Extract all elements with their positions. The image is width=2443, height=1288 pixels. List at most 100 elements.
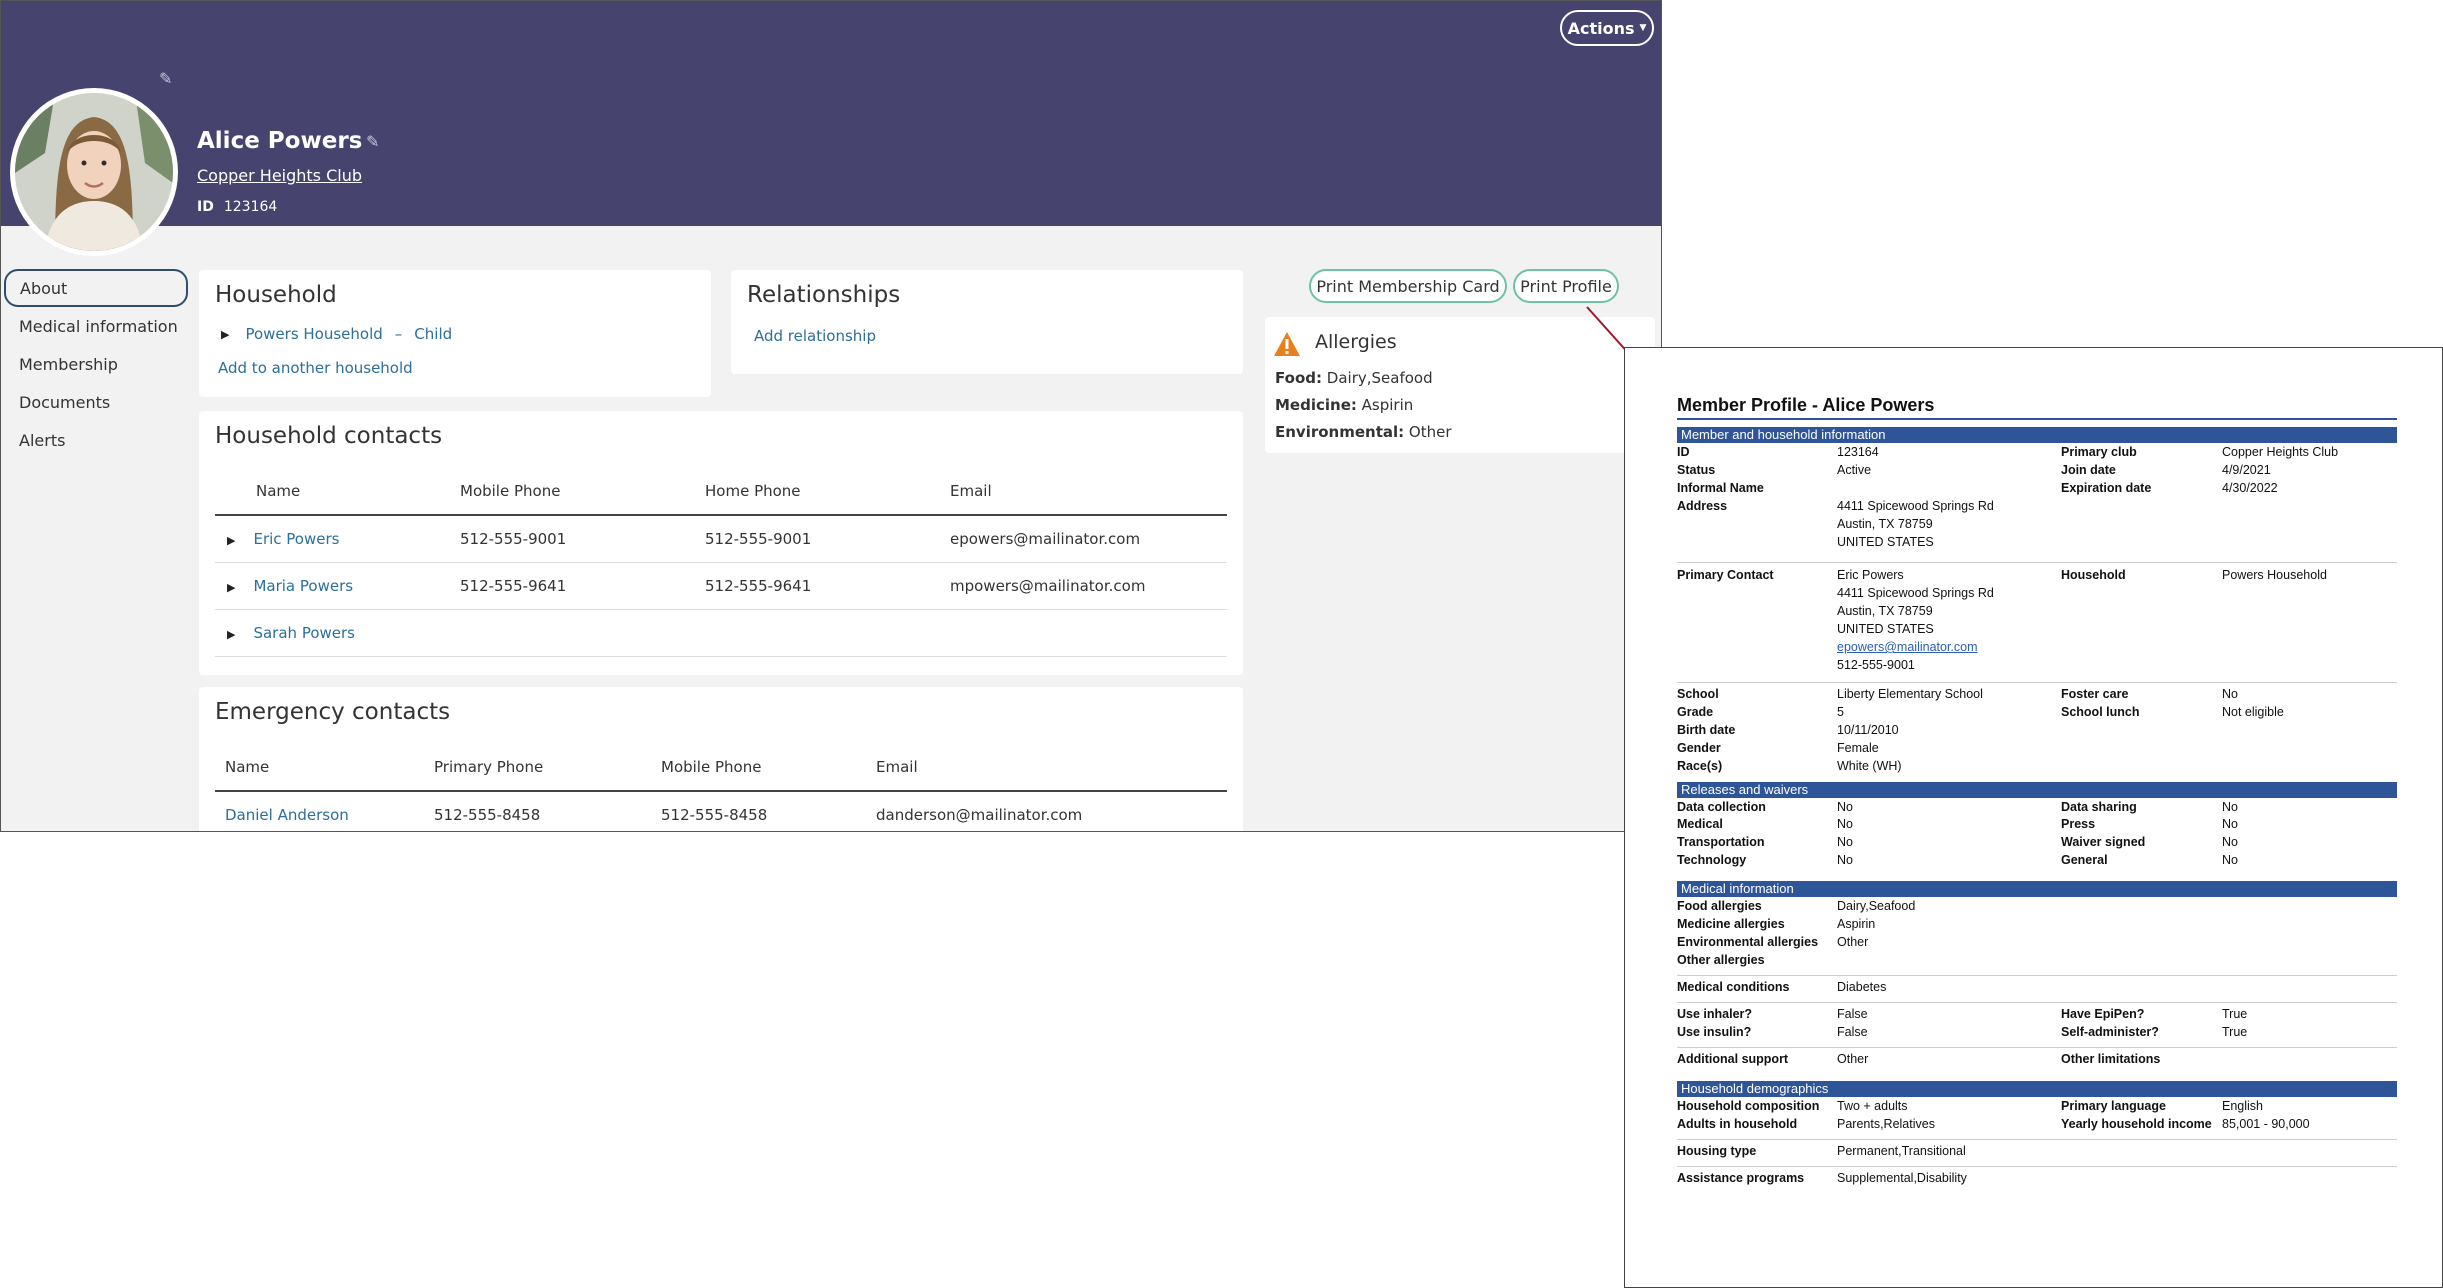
field-value: Female — [1837, 741, 1879, 755]
household-title: Household — [215, 282, 337, 308]
household-entry-separator: – — [394, 325, 403, 343]
field-value: False — [1837, 1025, 1868, 1039]
contact-name-link[interactable]: Sarah Powers — [253, 624, 355, 642]
sidebar-item-medical-information[interactable]: Medical information — [1, 307, 191, 345]
household-name-link[interactable]: Powers Household — [245, 325, 382, 343]
field-label: Other allergies — [1677, 953, 1765, 967]
contact-email: epowers@mailinator.com — [950, 515, 1227, 563]
expand-triangle-icon[interactable]: ▶ — [227, 581, 235, 594]
edit-photo-icon[interactable]: ✎ — [159, 71, 175, 87]
printout-title: Member Profile - Alice Powers — [1677, 395, 1935, 415]
field-label: Use inhaler? — [1677, 1007, 1753, 1021]
allergy-environmental-label: Environmental: — [1275, 423, 1405, 441]
field-label: Informal Name — [1677, 481, 1764, 495]
field-label: Medical conditions — [1677, 980, 1790, 994]
field-value: 4411 Spicewood Springs Rd — [1837, 499, 1994, 513]
contact-email-link[interactable]: epowers@mailinator.com — [1837, 640, 1978, 654]
allergy-medicine-label: Medicine: — [1275, 396, 1357, 414]
field-label: Adults in household — [1677, 1117, 1798, 1131]
field-value: No — [1837, 800, 1853, 814]
field-label: Press — [2061, 817, 2096, 831]
field-value: Aspirin — [1837, 917, 1876, 931]
field-value: Copper Heights Club — [2222, 445, 2339, 459]
field-value: No — [1837, 835, 1853, 849]
column-header-primary-phone: Primary Phone — [434, 743, 661, 792]
field-value: 4/9/2021 — [2222, 463, 2271, 477]
expand-triangle-icon[interactable]: ▶ — [227, 628, 235, 641]
field-label: Data sharing — [2061, 800, 2137, 814]
field-value: UNITED STATES — [1837, 622, 1934, 636]
contact-mobile-phone: 512-555-9001 — [460, 515, 705, 563]
field-label: Technology — [1677, 853, 1747, 867]
field-value: No — [2222, 817, 2238, 831]
field-value: No — [1837, 853, 1853, 867]
household-entry[interactable]: ▶ Powers Household – Child — [221, 325, 452, 343]
actions-button[interactable]: Actions ▼ — [1560, 10, 1654, 46]
expand-triangle-icon[interactable]: ▶ — [227, 534, 235, 547]
divider — [1677, 1166, 2397, 1167]
field-value: Liberty Elementary School — [1837, 687, 1983, 701]
field-label: Food allergies — [1677, 899, 1762, 913]
divider — [1677, 975, 2397, 976]
field-value: Two + adults — [1837, 1099, 1908, 1113]
field-value: Powers Household — [2222, 568, 2327, 582]
add-household-link[interactable]: Add to another household — [218, 359, 413, 377]
column-header-home-phone: Home Phone — [705, 467, 950, 516]
sidebar-item-membership[interactable]: Membership — [1, 345, 191, 383]
field-value: UNITED STATES — [1837, 535, 1934, 549]
profile-header: Actions ▼ ✎ Alice Powers ✎ Copper Height… — [1, 1, 1661, 256]
household-role[interactable]: Child — [414, 325, 452, 343]
print-membership-card-button[interactable]: Print Membership Card — [1309, 269, 1507, 303]
member-profile-printout: Member Profile - Alice Powers Member and… — [1624, 347, 2443, 1288]
field-label: Medical — [1677, 817, 1723, 831]
emergency-contacts-title: Emergency contacts — [215, 699, 451, 725]
field-value: 85,001 - 90,000 — [2222, 1117, 2310, 1131]
contact-name-link[interactable]: Eric Powers — [253, 530, 339, 548]
field-label: Status — [1677, 463, 1716, 477]
add-relationship-link[interactable]: Add relationship — [754, 327, 876, 345]
sidebar-item-about[interactable]: About — [4, 269, 188, 307]
field-label: Gender — [1677, 741, 1721, 755]
avatar — [10, 88, 178, 256]
field-label: Grade — [1677, 705, 1714, 719]
sidebar-item-alerts[interactable]: Alerts — [1, 421, 191, 459]
print-profile-button[interactable]: Print Profile — [1513, 269, 1619, 303]
contact-name-link[interactable]: Maria Powers — [253, 577, 353, 595]
edit-name-icon[interactable]: ✎ — [366, 134, 382, 150]
member-name: Alice Powers — [197, 128, 363, 154]
household-contacts-card: Household contacts Name Mobile Phone Hom… — [199, 411, 1243, 675]
field-label: General — [2061, 853, 2108, 867]
table-row: ▶ Eric Powers 512-555-9001 512-555-9001 e… — [215, 515, 1227, 563]
field-value: No — [1837, 817, 1853, 831]
field-value: No — [2222, 687, 2238, 701]
expand-triangle-icon[interactable]: ▶ — [221, 328, 229, 341]
sidebar-item-documents[interactable]: Documents — [1, 383, 191, 421]
sidebar-item-label: Alerts — [19, 430, 66, 450]
contact-name-link[interactable]: Daniel Anderson — [225, 806, 349, 824]
contact-email — [950, 609, 1227, 657]
allergy-food: Food: Dairy,Seafood — [1275, 365, 1452, 392]
allergy-medicine-value: Aspirin — [1361, 396, 1414, 414]
relationships-title: Relationships — [747, 282, 901, 308]
field-label: Primary language — [2061, 1099, 2166, 1113]
emergency-contacts-card: Emergency contacts Name Primary Phone Mo… — [199, 687, 1243, 831]
field-label: Race(s) — [1677, 759, 1723, 773]
column-header-name: Name — [215, 467, 460, 516]
field-value: Permanent,Transitional — [1837, 1144, 1966, 1158]
field-label: Housing type — [1677, 1144, 1757, 1158]
field-value: Eric Powers — [1837, 568, 1904, 582]
field-label: Medicine allergies — [1677, 917, 1785, 931]
field-label: Additional support — [1677, 1052, 1789, 1066]
divider — [1677, 1002, 2397, 1003]
member-id-value: 123164 — [223, 199, 278, 215]
allergy-medicine: Medicine: Aspirin — [1275, 392, 1452, 419]
print-profile-label: Print Profile — [1520, 276, 1612, 296]
club-link[interactable]: Copper Heights Club — [197, 166, 362, 185]
field-value: Dairy,Seafood — [1837, 899, 1916, 913]
field-value: Not eligible — [2222, 705, 2284, 719]
sidebar-item-label: About — [20, 278, 68, 298]
field-label: Birth date — [1677, 723, 1736, 737]
field-label: Address — [1677, 499, 1728, 513]
warning-icon — [1274, 332, 1300, 356]
field-label: Primary club — [2061, 445, 2137, 459]
